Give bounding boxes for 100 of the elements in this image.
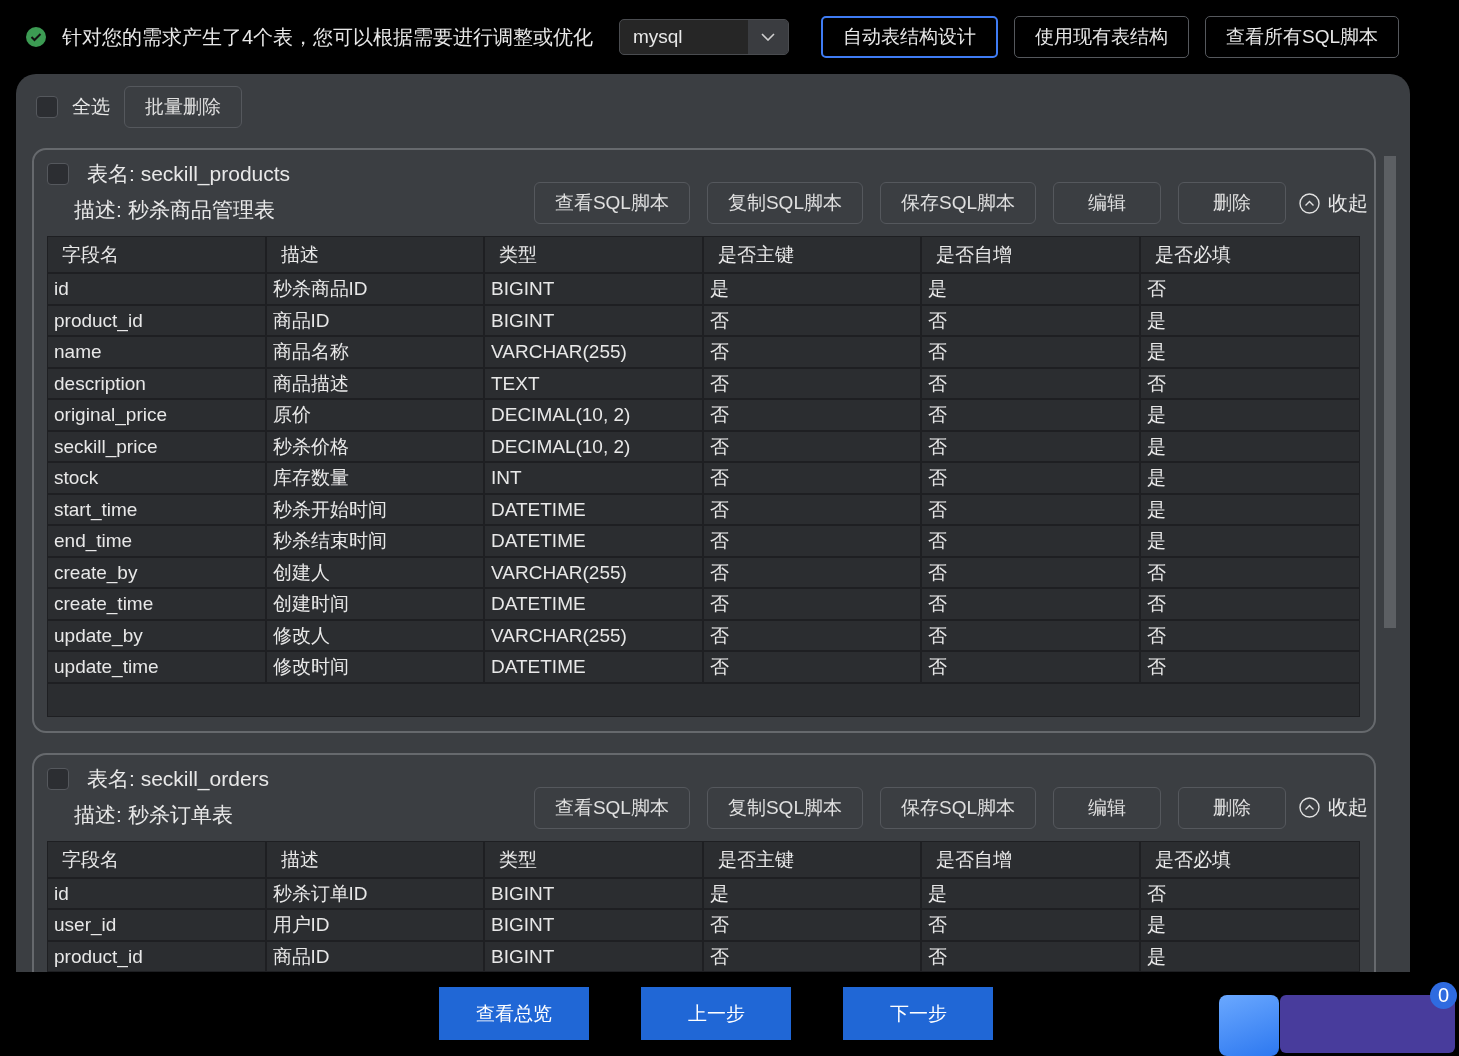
table-cell: 秒杀订单ID	[266, 878, 485, 908]
table-cell-text: 是	[1145, 403, 1167, 427]
action-button[interactable]: 复制SQL脚本	[706, 786, 863, 829]
table-cell: 是	[703, 878, 922, 908]
table-cell: 否	[922, 494, 1141, 524]
mode-button[interactable]: 查看所有SQL脚本	[1204, 16, 1399, 58]
column-header: 是否主键	[703, 841, 922, 877]
nav-button[interactable]: 查看总览	[439, 987, 589, 1040]
collapse-button[interactable]: 收起	[1299, 786, 1368, 829]
table-cell: update_by	[48, 620, 267, 650]
table-cell: seckill_price	[48, 431, 267, 461]
table-cell: 否	[922, 941, 1141, 971]
collapse-icon	[1299, 192, 1320, 214]
table-cell: 修改人	[266, 620, 485, 650]
checkbox[interactable]	[36, 96, 58, 118]
table-cell: update_time	[48, 652, 267, 682]
table-cell-text: 是	[1145, 913, 1167, 937]
table-cell: VARCHAR(255)	[485, 337, 704, 367]
table-cell: 否	[922, 620, 1141, 650]
table-cell: 否	[922, 526, 1141, 556]
action-button[interactable]: 删除	[1178, 786, 1286, 829]
table-cell: 商品名称	[266, 337, 485, 367]
collapse-button[interactable]: 收起	[1299, 182, 1368, 224]
action-button[interactable]: 查看SQL脚本	[533, 786, 690, 829]
table-cell: 修改时间	[266, 652, 485, 682]
table-cell: 秒杀结束时间	[266, 526, 485, 556]
action-button[interactable]: 编辑	[1053, 182, 1161, 224]
table-cell: 否	[703, 400, 922, 430]
table-cell: create_by	[48, 557, 267, 587]
table-cell: 否	[922, 305, 1141, 335]
table-cell: 秒杀开始时间	[266, 494, 485, 524]
table-cell-text: 否	[1145, 881, 1167, 906]
mode-button[interactable]: 自动表结构设计	[820, 16, 998, 58]
table-cell: 否	[922, 431, 1141, 461]
table-cell: 否	[703, 494, 922, 524]
table-cell: DATETIME	[485, 494, 704, 524]
table-cell-text: 是	[1145, 308, 1167, 333]
nav-button[interactable]: 上一步	[641, 987, 791, 1040]
table-cell: 原价	[266, 400, 485, 430]
table-name: 表名: seckill_products	[87, 161, 291, 188]
column-header: 类型	[485, 237, 704, 272]
table-cell: 否	[922, 337, 1141, 367]
table-cell: VARCHAR(255)	[485, 620, 704, 650]
action-button[interactable]: 复制SQL脚本	[706, 182, 863, 224]
column-header: 字段名	[48, 237, 267, 272]
checkbox[interactable]	[47, 767, 69, 790]
assistant-button[interactable]	[1219, 995, 1279, 1056]
table-cell: DATETIME	[485, 589, 704, 619]
table-cell: 否	[922, 400, 1141, 430]
table-cell: id	[48, 274, 267, 304]
table-cell: original_price	[48, 400, 267, 430]
table-cell: 是	[922, 274, 1141, 304]
table-cell-text: 是	[1145, 497, 1167, 522]
action-button[interactable]: 删除	[1178, 182, 1286, 224]
table-cell: user_id	[48, 910, 267, 940]
table-cell: 是	[703, 274, 922, 304]
table-cell: 否	[703, 557, 922, 587]
column-header: 字段名	[48, 841, 267, 877]
mode-button[interactable]: 使用现有表结构	[1013, 16, 1189, 58]
table-cell: 否	[922, 652, 1141, 682]
database-select[interactable]: mysql	[618, 19, 789, 55]
collapse-icon	[1299, 797, 1320, 818]
status-message: 针对您的需求产生了4个表，您可以根据需要进行调整或优化	[62, 24, 594, 50]
table-cell: 否	[703, 589, 922, 619]
table-description: 描述: 秒杀商品管理表	[73, 197, 276, 223]
table-cell: 否	[703, 463, 922, 493]
table-description: 描述: 秒杀订单表	[73, 801, 234, 828]
table-cell: DATETIME	[485, 652, 704, 682]
action-button[interactable]: 查看SQL脚本	[533, 182, 690, 224]
column-header: 是否自增	[922, 237, 1141, 272]
table-cell-text: 否	[1145, 277, 1167, 301]
table-cell-text: 否	[1145, 623, 1167, 648]
scrollbar[interactable]	[1384, 156, 1396, 628]
table-cell-text: 否	[1145, 560, 1167, 585]
table-cell: 否	[703, 526, 922, 556]
table-cell: 否	[703, 910, 922, 940]
table-cell: BIGINT	[485, 305, 704, 335]
table-cell: description	[48, 368, 267, 398]
table-cell: BIGINT	[485, 878, 704, 908]
bulk-delete-button[interactable]: 批量删除	[124, 86, 242, 128]
table-cell: 否	[922, 589, 1141, 619]
action-button[interactable]: 编辑	[1053, 786, 1161, 829]
table-cell: 否	[703, 431, 922, 461]
column-header: 描述	[266, 841, 485, 877]
table-cell: BIGINT	[485, 274, 704, 304]
table-cell: start_time	[48, 494, 267, 524]
action-button[interactable]: 保存SQL脚本	[879, 182, 1036, 224]
table-cell-text: 是	[1145, 340, 1167, 364]
nav-button[interactable]: 下一步	[843, 987, 993, 1040]
checkbox[interactable]	[47, 163, 69, 185]
column-header: 是否自增	[922, 841, 1141, 877]
table-cell: 商品描述	[266, 368, 485, 398]
table-cell: 创建人	[266, 557, 485, 587]
table-cell: 否	[922, 368, 1141, 398]
table-cell: 库存数量	[266, 463, 485, 493]
table-cell: TEXT	[485, 368, 704, 398]
table-cell: DECIMAL(10, 2)	[485, 400, 704, 430]
action-button[interactable]: 保存SQL脚本	[879, 786, 1036, 829]
table-cell: create_time	[48, 589, 267, 619]
table-cell: 商品ID	[266, 941, 485, 971]
